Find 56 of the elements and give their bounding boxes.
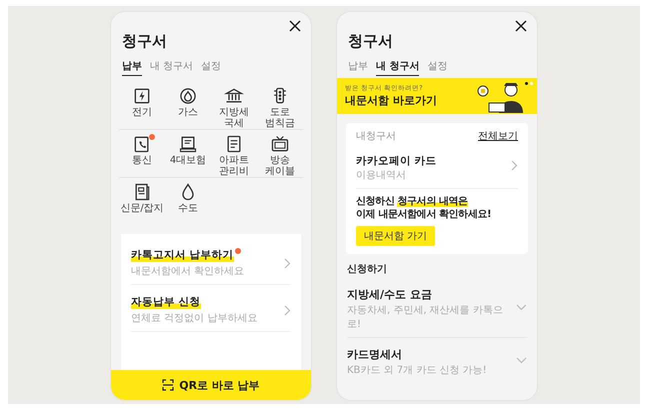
section-heading: 신청하기 [347, 263, 388, 276]
menu-subtitle: 연체료 걱정없이 납부하세요 [131, 312, 258, 325]
service-label: 4대보험 [170, 156, 206, 166]
apply-subtitle: KB카드 외 7개 카드 신청 가능! [347, 364, 487, 377]
lightning-bolt-icon [132, 86, 152, 106]
close-button[interactable] [515, 20, 527, 32]
service-button[interactable]: 통신 [119, 134, 165, 178]
qr-pay-button[interactable]: QR로 바로 납부 [111, 370, 311, 400]
service-label: 가스 [178, 108, 198, 118]
card-heading: 내청구서 [356, 130, 396, 143]
service-label: 전기 [132, 108, 152, 118]
service-label: 통신 [132, 156, 152, 166]
service-button[interactable]: 아파트 관리비 [211, 134, 257, 178]
tab[interactable]: 내 청구서 [376, 59, 420, 76]
apply-item[interactable]: 카드명세서 KB카드 외 7개 카드 신청 가능! [347, 338, 527, 383]
service-button[interactable]: 수도 [165, 182, 211, 226]
service-button[interactable]: 신문/잡지 [119, 182, 165, 226]
banner-headline: 내문서함 바로가기 [345, 93, 438, 108]
chevron-right-icon [511, 160, 518, 171]
bill-subtitle: 이용내역서 [356, 169, 407, 182]
service-button[interactable]: 방송 케이블 [257, 134, 303, 178]
service-label: 지방세 국세 [219, 108, 249, 129]
service-label: 아파트 관리비 [219, 156, 249, 177]
close-button[interactable] [289, 20, 301, 32]
info-message: 이제 내문서함에서 확인하세요! [356, 208, 492, 221]
page-dot[interactable] [530, 82, 533, 85]
service-label: 수도 [178, 204, 198, 214]
view-all-link[interactable]: 전체보기 [478, 129, 518, 143]
service-button[interactable]: 도로 범칙금 [257, 86, 303, 130]
bill-title: 카카오페이 카드 [356, 155, 437, 167]
apply-title: 지방세/수도 요금 [347, 288, 432, 301]
inbox-button[interactable]: 내문서함 가기 [356, 226, 436, 246]
apply-title: 카드명세서 [347, 348, 402, 361]
chevron-right-icon [284, 258, 291, 268]
chevron-down-icon [516, 356, 527, 364]
service-button[interactable]: 4대보험 [165, 134, 211, 178]
tab[interactable]: 납부 [122, 59, 142, 76]
service-label: 도로 범칙금 [265, 108, 295, 129]
service-button[interactable]: 지방세 국세 [211, 86, 257, 130]
chevron-down-icon [516, 304, 527, 310]
page-title: 청구서 [348, 32, 394, 51]
service-label: 신문/잡지 [120, 204, 164, 214]
bill-item[interactable]: 카카오페이 카드 이용내역서 [356, 143, 518, 189]
television-icon [270, 134, 290, 154]
menu-subtitle: 내문서함에서 확인하세요 [131, 265, 244, 278]
flame-icon [178, 86, 198, 106]
document-icon [178, 134, 198, 154]
qr-scan-icon [162, 379, 174, 391]
service-button[interactable]: 전기 [119, 86, 165, 130]
service-button[interactable]: 가스 [165, 86, 211, 130]
page-title: 청구서 [122, 32, 168, 51]
page-dot[interactable] [525, 82, 528, 85]
apply-item[interactable]: 지방세/수도 요금 자동차세, 주민세, 재산세를 카톡으로! [347, 278, 527, 338]
chevron-right-icon [284, 304, 291, 316]
service-label: 방송 케이블 [265, 156, 295, 177]
apply-subtitle: 자동차세, 주민세, 재산세를 카톡으로! [347, 304, 504, 331]
